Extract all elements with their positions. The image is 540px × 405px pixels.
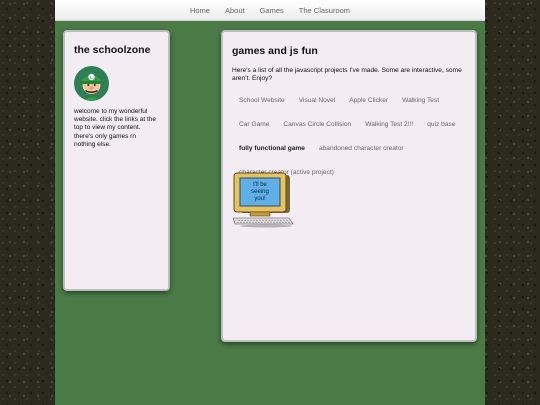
nav-classroom[interactable]: The Clasuroom xyxy=(299,6,350,15)
project-links: School Website Visual Novel Apple Clicke… xyxy=(232,94,466,180)
link-abandoned-character-creator[interactable]: abandoned character creator xyxy=(312,142,411,156)
site-title: the schoolzone xyxy=(74,44,151,56)
luigi-avatar-icon: L xyxy=(74,66,109,101)
nav-home[interactable]: Home xyxy=(190,6,210,15)
computer-screen-line-1: I'll be xyxy=(253,182,267,188)
nav-games[interactable]: Games xyxy=(260,6,284,15)
link-fully-functional-game[interactable]: fully functional game xyxy=(232,142,312,156)
computer-screen-line-3: you! xyxy=(254,196,266,202)
link-visual-novel[interactable]: Visual Novel xyxy=(292,94,343,108)
sidebar-bio: welcome to my wonderful website. click t… xyxy=(74,108,157,148)
link-walking-test-2[interactable]: Walking Test 2!!! xyxy=(358,118,420,132)
sidebar-panel: the schoolzone L welcome to my wonderful… xyxy=(63,30,170,291)
nav-about[interactable]: About xyxy=(225,6,245,15)
top-nav: Home About Games The Clasuroom xyxy=(55,0,485,21)
link-apple-clicker[interactable]: Apple Clicker xyxy=(342,94,395,108)
computer-icon: I'll be seeing you! xyxy=(232,172,294,233)
link-car-game[interactable]: Car Game xyxy=(232,118,276,132)
link-school-website[interactable]: School Website xyxy=(232,94,292,108)
link-walking-test[interactable]: Walking Test xyxy=(395,94,446,108)
computer-screen-line-2: seeing xyxy=(251,189,269,195)
page-title: games and js fun xyxy=(232,45,318,57)
link-quiz-base[interactable]: quiz base xyxy=(420,118,462,132)
intro-text: Here's a list of all the javascript proj… xyxy=(232,67,462,83)
svg-text:L: L xyxy=(90,75,93,80)
link-canvas-circle-collision[interactable]: Canvas Circle Collision xyxy=(276,118,358,132)
